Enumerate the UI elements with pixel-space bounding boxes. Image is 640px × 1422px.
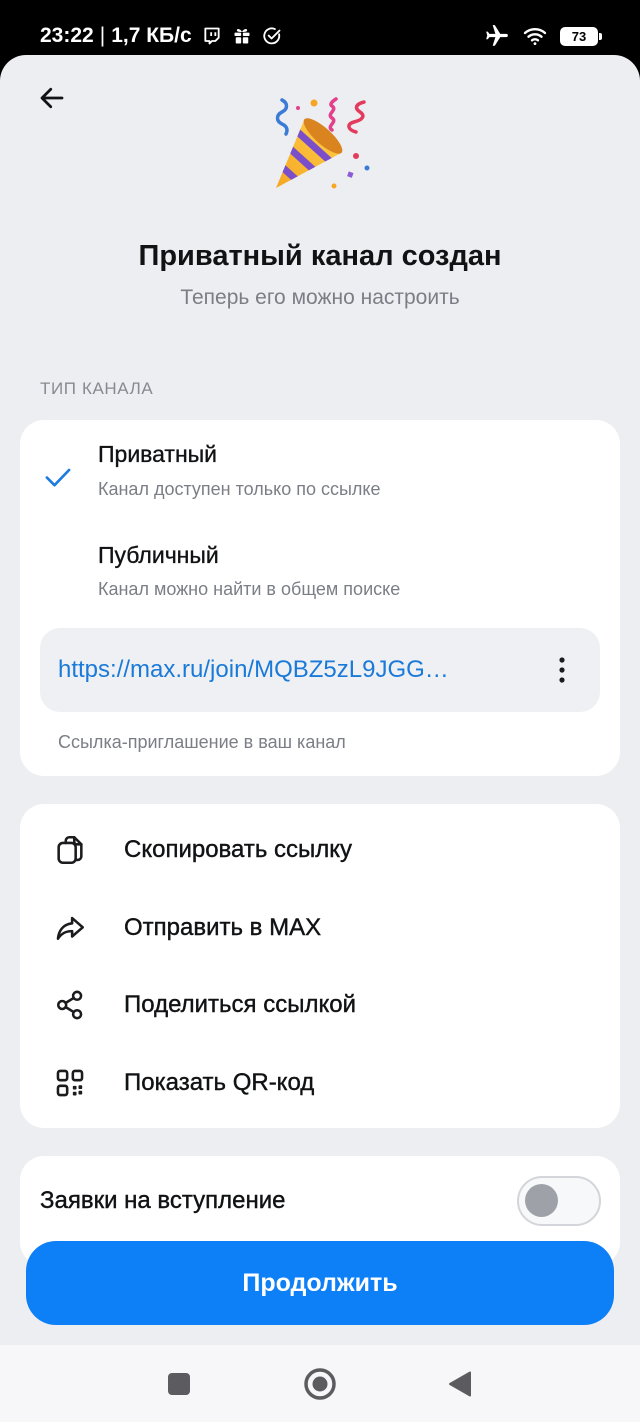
link-more-button[interactable] [546, 652, 578, 688]
option-title: Публичный [98, 542, 219, 568]
copy-icon [57, 835, 83, 865]
status-bar-left: 23:22 | 1,7 КБ/с [40, 23, 282, 49]
status-separator: | [99, 24, 106, 47]
section-label-channel-type: ТИП КАНАЛА [40, 379, 154, 398]
page-subtitle: Теперь его можно настроить [180, 286, 460, 309]
home-button[interactable] [300, 1364, 340, 1404]
party-popper-icon [275, 97, 370, 189]
gift-icon [234, 28, 250, 44]
invite-link[interactable]: https://max.ru/join/MQBZ5zL9JGG… [58, 655, 449, 685]
option-public[interactable]: Публичный Канал можно найти в общем поис… [20, 520, 620, 620]
invite-link-box[interactable]: https://max.ru/join/MQBZ5zL9JGG… [40, 628, 600, 712]
copy-link-button[interactable]: Скопировать ссылку [20, 811, 620, 889]
show-qr-button[interactable]: Показать QR-код [20, 1044, 620, 1122]
back-icon [449, 1371, 471, 1397]
wifi-icon [523, 28, 547, 45]
back-button[interactable] [34, 80, 70, 116]
arrow-left-icon [40, 87, 64, 109]
network-speed: 1,7 КБ/с [111, 24, 192, 47]
option-title: Приватный [98, 441, 218, 467]
join-requests-label: Заявки на вступление [40, 1187, 286, 1214]
channel-type-card: Приватный Канал доступен только по ссылк… [20, 420, 620, 776]
recents-icon [168, 1373, 190, 1395]
invite-link-hint: Ссылка-приглашение в ваш канал [58, 732, 346, 752]
check-circle-icon [262, 27, 281, 45]
battery-icon: 73 [560, 26, 602, 46]
link-actions-card: Скопировать ссылку Отправить в MAX Подел… [20, 804, 620, 1128]
option-description: Канал можно найти в общем поиске [98, 579, 401, 599]
status-bar-right: 73 [484, 24, 602, 48]
qr-code-icon [56, 1069, 84, 1097]
forward-icon [56, 916, 85, 940]
action-label: Показать QR-код [124, 1069, 315, 1096]
share-link-button[interactable]: Поделиться ссылкой [20, 966, 620, 1044]
more-vertical-icon [559, 657, 565, 683]
airplane-icon [486, 25, 508, 46]
share-icon [56, 990, 83, 1020]
clock: 23:22 [40, 24, 94, 47]
checkmark-icon [45, 468, 71, 487]
toggle-knob [525, 1184, 558, 1217]
status-bar: 23:22 | 1,7 КБ/с 73 [0, 0, 640, 60]
option-private[interactable]: Приватный Канал доступен только по ссылк… [20, 420, 620, 520]
back-nav-button[interactable] [440, 1364, 480, 1404]
action-label: Отправить в MAX [124, 914, 322, 941]
home-icon [304, 1368, 336, 1400]
page-title: Приватный канал создан [138, 240, 502, 272]
join-requests-toggle[interactable] [517, 1176, 601, 1226]
action-label: Скопировать ссылку [124, 836, 353, 863]
option-description: Канал доступен только по ссылке [98, 479, 381, 499]
action-label: Поделиться ссылкой [124, 991, 356, 1018]
status-text: 23:22 | 1,7 КБ/с [40, 23, 192, 49]
continue-button[interactable]: Продолжить [26, 1241, 614, 1325]
twitch-icon [204, 27, 220, 45]
system-nav-bar [0, 1345, 640, 1422]
recents-button[interactable] [159, 1364, 199, 1404]
send-to-max-button[interactable]: Отправить в MAX [20, 889, 620, 967]
